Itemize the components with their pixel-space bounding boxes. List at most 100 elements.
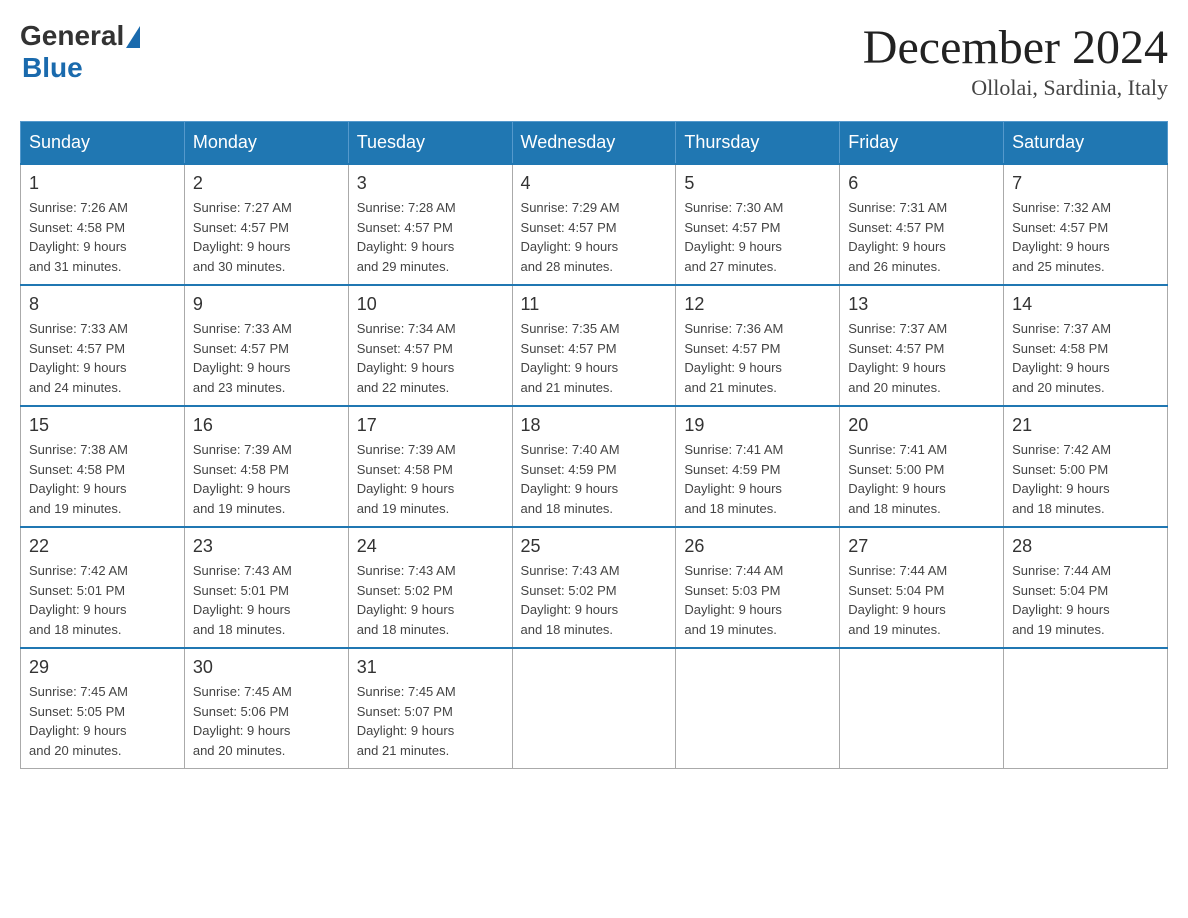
- day-info: Sunrise: 7:43 AM Sunset: 5:01 PM Dayligh…: [193, 561, 340, 639]
- logo-blue-text: Blue: [22, 52, 83, 84]
- day-number: 17: [357, 415, 504, 436]
- day-number: 20: [848, 415, 995, 436]
- day-number: 21: [1012, 415, 1159, 436]
- day-info: Sunrise: 7:45 AM Sunset: 5:05 PM Dayligh…: [29, 682, 176, 760]
- day-number: 11: [521, 294, 668, 315]
- calendar-cell: 2 Sunrise: 7:27 AM Sunset: 4:57 PM Dayli…: [184, 164, 348, 285]
- day-info: Sunrise: 7:35 AM Sunset: 4:57 PM Dayligh…: [521, 319, 668, 397]
- calendar-cell: [1004, 648, 1168, 769]
- day-number: 12: [684, 294, 831, 315]
- day-number: 18: [521, 415, 668, 436]
- calendar-cell: 5 Sunrise: 7:30 AM Sunset: 4:57 PM Dayli…: [676, 164, 840, 285]
- day-info: Sunrise: 7:43 AM Sunset: 5:02 PM Dayligh…: [357, 561, 504, 639]
- day-number: 9: [193, 294, 340, 315]
- month-title: December 2024: [863, 20, 1168, 75]
- day-number: 27: [848, 536, 995, 557]
- day-info: Sunrise: 7:26 AM Sunset: 4:58 PM Dayligh…: [29, 198, 176, 276]
- calendar-cell: 6 Sunrise: 7:31 AM Sunset: 4:57 PM Dayli…: [840, 164, 1004, 285]
- day-number: 15: [29, 415, 176, 436]
- weekday-header-thursday: Thursday: [676, 122, 840, 165]
- calendar-cell: 3 Sunrise: 7:28 AM Sunset: 4:57 PM Dayli…: [348, 164, 512, 285]
- day-number: 24: [357, 536, 504, 557]
- day-number: 25: [521, 536, 668, 557]
- day-number: 8: [29, 294, 176, 315]
- day-info: Sunrise: 7:36 AM Sunset: 4:57 PM Dayligh…: [684, 319, 831, 397]
- day-number: 30: [193, 657, 340, 678]
- calendar-cell: 11 Sunrise: 7:35 AM Sunset: 4:57 PM Dayl…: [512, 285, 676, 406]
- day-number: 22: [29, 536, 176, 557]
- calendar-cell: 14 Sunrise: 7:37 AM Sunset: 4:58 PM Dayl…: [1004, 285, 1168, 406]
- week-row-1: 1 Sunrise: 7:26 AM Sunset: 4:58 PM Dayli…: [21, 164, 1168, 285]
- day-number: 1: [29, 173, 176, 194]
- calendar-cell: 12 Sunrise: 7:36 AM Sunset: 4:57 PM Dayl…: [676, 285, 840, 406]
- weekday-header-saturday: Saturday: [1004, 122, 1168, 165]
- calendar-cell: 29 Sunrise: 7:45 AM Sunset: 5:05 PM Dayl…: [21, 648, 185, 769]
- calendar-cell: 31 Sunrise: 7:45 AM Sunset: 5:07 PM Dayl…: [348, 648, 512, 769]
- day-number: 10: [357, 294, 504, 315]
- day-info: Sunrise: 7:45 AM Sunset: 5:07 PM Dayligh…: [357, 682, 504, 760]
- day-info: Sunrise: 7:28 AM Sunset: 4:57 PM Dayligh…: [357, 198, 504, 276]
- weekday-header-wednesday: Wednesday: [512, 122, 676, 165]
- day-info: Sunrise: 7:43 AM Sunset: 5:02 PM Dayligh…: [521, 561, 668, 639]
- logo-general-text: General: [20, 20, 124, 52]
- day-info: Sunrise: 7:41 AM Sunset: 5:00 PM Dayligh…: [848, 440, 995, 518]
- day-info: Sunrise: 7:44 AM Sunset: 5:03 PM Dayligh…: [684, 561, 831, 639]
- day-info: Sunrise: 7:42 AM Sunset: 5:01 PM Dayligh…: [29, 561, 176, 639]
- weekday-header-tuesday: Tuesday: [348, 122, 512, 165]
- calendar-cell: 30 Sunrise: 7:45 AM Sunset: 5:06 PM Dayl…: [184, 648, 348, 769]
- calendar-cell: 15 Sunrise: 7:38 AM Sunset: 4:58 PM Dayl…: [21, 406, 185, 527]
- day-number: 31: [357, 657, 504, 678]
- calendar-cell: [676, 648, 840, 769]
- calendar-cell: 24 Sunrise: 7:43 AM Sunset: 5:02 PM Dayl…: [348, 527, 512, 648]
- day-info: Sunrise: 7:39 AM Sunset: 4:58 PM Dayligh…: [193, 440, 340, 518]
- day-number: 3: [357, 173, 504, 194]
- day-info: Sunrise: 7:30 AM Sunset: 4:57 PM Dayligh…: [684, 198, 831, 276]
- calendar-cell: 25 Sunrise: 7:43 AM Sunset: 5:02 PM Dayl…: [512, 527, 676, 648]
- calendar-cell: 19 Sunrise: 7:41 AM Sunset: 4:59 PM Dayl…: [676, 406, 840, 527]
- calendar-cell: 13 Sunrise: 7:37 AM Sunset: 4:57 PM Dayl…: [840, 285, 1004, 406]
- calendar-cell: 23 Sunrise: 7:43 AM Sunset: 5:01 PM Dayl…: [184, 527, 348, 648]
- day-info: Sunrise: 7:41 AM Sunset: 4:59 PM Dayligh…: [684, 440, 831, 518]
- calendar-cell: 9 Sunrise: 7:33 AM Sunset: 4:57 PM Dayli…: [184, 285, 348, 406]
- week-row-2: 8 Sunrise: 7:33 AM Sunset: 4:57 PM Dayli…: [21, 285, 1168, 406]
- day-info: Sunrise: 7:44 AM Sunset: 5:04 PM Dayligh…: [848, 561, 995, 639]
- title-area: December 2024 Ollolai, Sardinia, Italy: [863, 20, 1168, 101]
- calendar-cell: 22 Sunrise: 7:42 AM Sunset: 5:01 PM Dayl…: [21, 527, 185, 648]
- location: Ollolai, Sardinia, Italy: [863, 75, 1168, 101]
- day-info: Sunrise: 7:37 AM Sunset: 4:57 PM Dayligh…: [848, 319, 995, 397]
- day-info: Sunrise: 7:33 AM Sunset: 4:57 PM Dayligh…: [193, 319, 340, 397]
- calendar-cell: 7 Sunrise: 7:32 AM Sunset: 4:57 PM Dayli…: [1004, 164, 1168, 285]
- day-number: 2: [193, 173, 340, 194]
- logo: General Blue: [20, 20, 140, 84]
- page-header: General Blue December 2024 Ollolai, Sard…: [20, 20, 1168, 101]
- day-info: Sunrise: 7:39 AM Sunset: 4:58 PM Dayligh…: [357, 440, 504, 518]
- weekday-header-monday: Monday: [184, 122, 348, 165]
- day-number: 14: [1012, 294, 1159, 315]
- calendar-cell: 4 Sunrise: 7:29 AM Sunset: 4:57 PM Dayli…: [512, 164, 676, 285]
- week-row-5: 29 Sunrise: 7:45 AM Sunset: 5:05 PM Dayl…: [21, 648, 1168, 769]
- calendar-cell: 17 Sunrise: 7:39 AM Sunset: 4:58 PM Dayl…: [348, 406, 512, 527]
- day-info: Sunrise: 7:31 AM Sunset: 4:57 PM Dayligh…: [848, 198, 995, 276]
- weekday-header-friday: Friday: [840, 122, 1004, 165]
- calendar-cell: [512, 648, 676, 769]
- day-number: 23: [193, 536, 340, 557]
- day-info: Sunrise: 7:37 AM Sunset: 4:58 PM Dayligh…: [1012, 319, 1159, 397]
- day-info: Sunrise: 7:45 AM Sunset: 5:06 PM Dayligh…: [193, 682, 340, 760]
- calendar-cell: 10 Sunrise: 7:34 AM Sunset: 4:57 PM Dayl…: [348, 285, 512, 406]
- weekday-header-sunday: Sunday: [21, 122, 185, 165]
- day-number: 6: [848, 173, 995, 194]
- day-info: Sunrise: 7:27 AM Sunset: 4:57 PM Dayligh…: [193, 198, 340, 276]
- calendar-cell: 18 Sunrise: 7:40 AM Sunset: 4:59 PM Dayl…: [512, 406, 676, 527]
- day-number: 16: [193, 415, 340, 436]
- day-info: Sunrise: 7:34 AM Sunset: 4:57 PM Dayligh…: [357, 319, 504, 397]
- day-number: 19: [684, 415, 831, 436]
- day-info: Sunrise: 7:44 AM Sunset: 5:04 PM Dayligh…: [1012, 561, 1159, 639]
- calendar-table: SundayMondayTuesdayWednesdayThursdayFrid…: [20, 121, 1168, 769]
- logo-triangle-icon: [126, 26, 140, 48]
- calendar-cell: 1 Sunrise: 7:26 AM Sunset: 4:58 PM Dayli…: [21, 164, 185, 285]
- day-number: 29: [29, 657, 176, 678]
- calendar-cell: 26 Sunrise: 7:44 AM Sunset: 5:03 PM Dayl…: [676, 527, 840, 648]
- day-number: 26: [684, 536, 831, 557]
- week-row-4: 22 Sunrise: 7:42 AM Sunset: 5:01 PM Dayl…: [21, 527, 1168, 648]
- calendar-cell: 27 Sunrise: 7:44 AM Sunset: 5:04 PM Dayl…: [840, 527, 1004, 648]
